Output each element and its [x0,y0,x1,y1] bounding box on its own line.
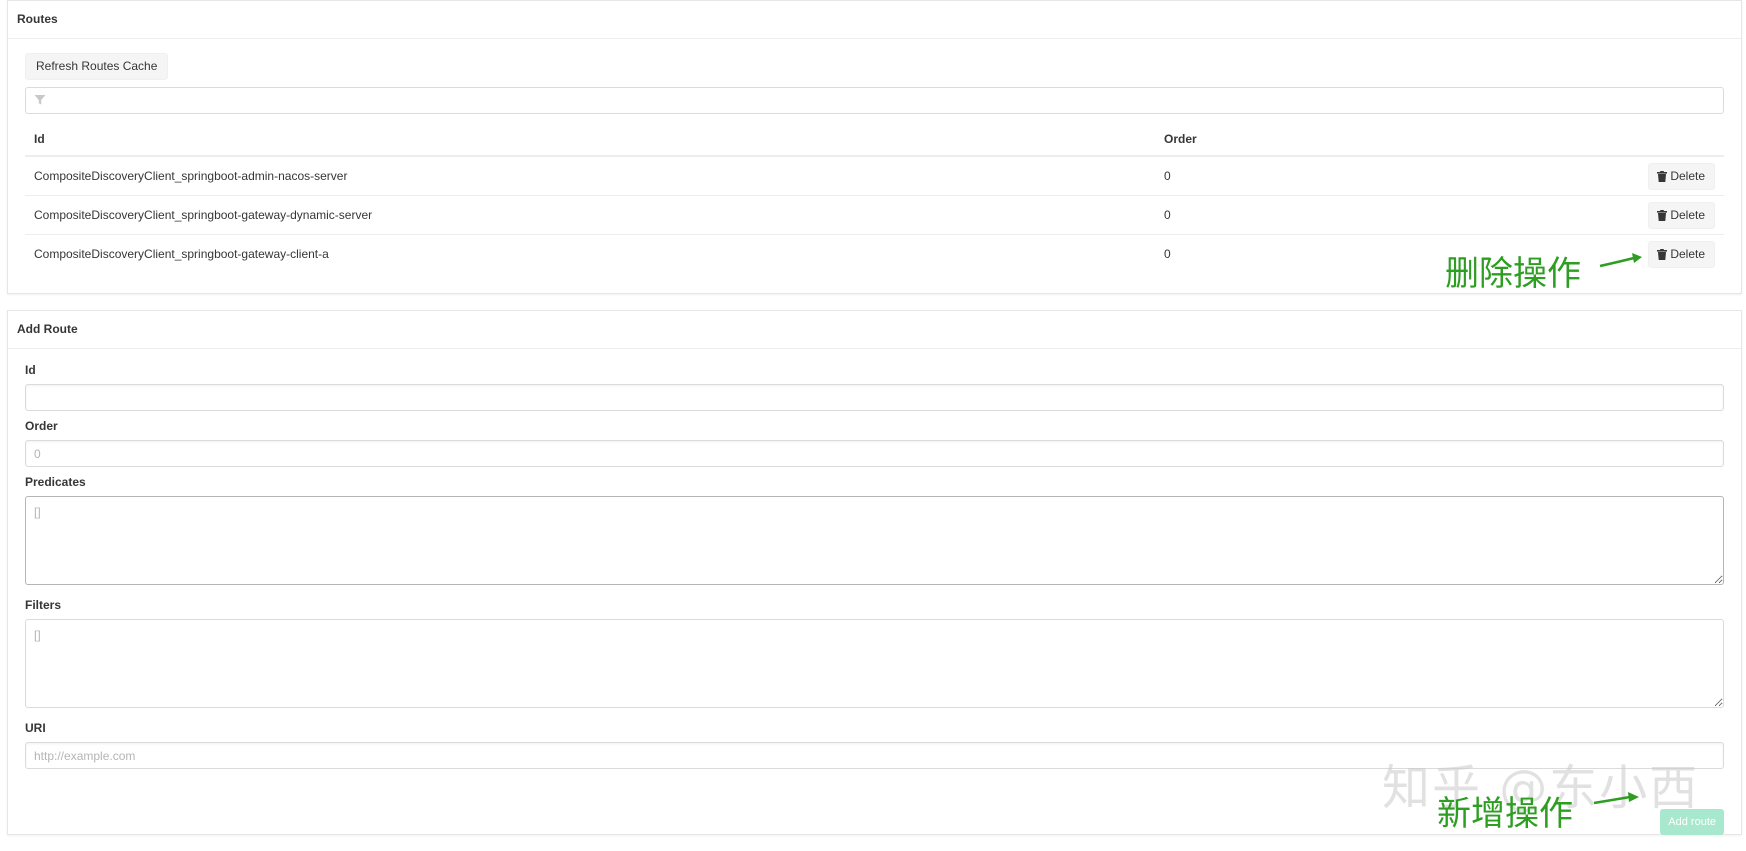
column-header-actions [1368,123,1724,157]
delete-route-button[interactable]: Delete [1648,162,1715,190]
routes-panel-title: Routes [8,1,1741,39]
route-order-cell: 0 [1155,156,1369,196]
delete-label: Delete [1670,246,1705,261]
delete-route-button[interactable]: Delete [1648,240,1715,268]
filters-textarea[interactable] [25,619,1724,708]
filter-box [25,87,1724,114]
id-field-group: Id [25,363,1724,411]
table-row: CompositeDiscoveryClient_springboot-admi… [25,156,1724,196]
predicates-label: Predicates [25,475,86,489]
filter-icon [34,95,46,105]
trash-icon [1657,209,1668,221]
delete-label: Delete [1670,207,1705,222]
delete-route-button[interactable]: Delete [1648,201,1715,229]
add-route-panel-title: Add Route [8,311,1741,349]
predicates-field-group: Predicates [25,475,1724,590]
route-id-cell: CompositeDiscoveryClient_springboot-gate… [25,195,1155,235]
route-order-cell: 0 [1164,247,1171,261]
delete-label: Delete [1670,168,1705,183]
predicates-textarea[interactable] [25,496,1724,585]
table-header-row: Id Order [25,123,1724,157]
table-row: CompositeDiscoveryClient_springboot-gate… [25,195,1724,235]
column-header-id: Id [25,123,1155,157]
refresh-routes-cache-button[interactable]: Refresh Routes Cache [25,53,169,80]
route-id-cell: CompositeDiscoveryClient_springboot-gate… [34,247,329,261]
add-annotation: 新增操作 [1437,794,1573,834]
trash-icon [1657,248,1668,260]
order-label: Order [25,419,58,433]
id-label: Id [25,363,36,377]
filter-input[interactable] [26,88,1723,113]
arrow-icon [1599,253,1642,268]
filters-label: Filters [25,598,62,612]
filters-field-group: Filters [25,598,1724,713]
trash-icon [1657,170,1668,182]
arrow-icon [1593,792,1639,805]
order-input[interactable] [25,440,1724,467]
route-id-cell: CompositeDiscoveryClient_springboot-admi… [25,156,1155,196]
uri-label: URI [25,721,46,735]
column-header-order: Order [1155,123,1369,157]
id-input[interactable] [25,384,1724,411]
delete-annotation: 删除操作 [1445,254,1581,294]
route-order-cell: 0 [1155,195,1369,235]
order-field-group: Order [25,419,1724,467]
